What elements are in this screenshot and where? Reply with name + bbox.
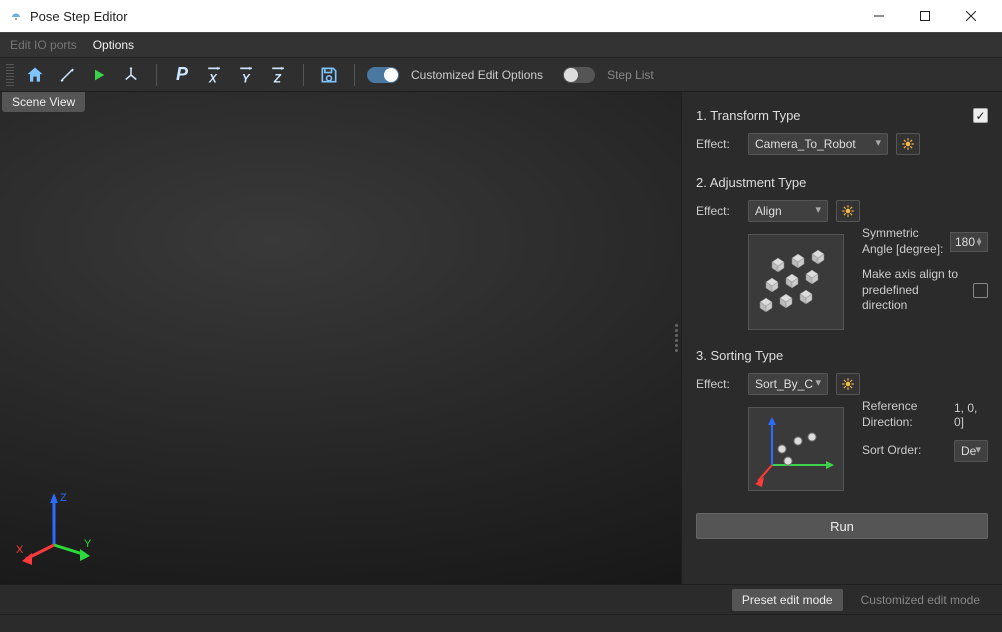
axis-x-button[interactable]: X [201,62,227,88]
section-transform-title: 1. Transform Type [696,108,973,123]
customized-options-label: Customized Edit Options [411,68,543,82]
sort-order-select[interactable]: De [954,440,988,462]
preset-edit-mode-button[interactable]: Preset edit mode [732,589,843,611]
reference-direction-value: 1, 0, 0] [954,401,988,429]
pose-p-button[interactable]: P [169,62,195,88]
adjustment-effect-select[interactable]: Align [748,200,828,222]
make-axis-align-checkbox[interactable] [973,283,988,298]
section-sorting-title: 3. Sorting Type [696,348,988,363]
axis-toggle-button[interactable] [118,62,144,88]
sorting-effect-select[interactable]: Sort_By_C [748,373,828,395]
adjustment-hint-button[interactable] [836,200,860,222]
svg-text:X: X [16,544,24,556]
window-title: Pose Step Editor [30,9,856,24]
minimize-button[interactable] [856,0,902,32]
menu-options[interactable]: Options [93,38,134,52]
symmetric-angle-label: Symmetric Angle [degree]: [862,226,944,257]
home-view-button[interactable] [22,62,48,88]
transform-hint-button[interactable] [896,133,920,155]
transform-effect-select[interactable]: Camera_To_Robot [748,133,888,155]
customized-edit-mode-button[interactable]: Customized edit mode [851,589,990,611]
svg-text:Y: Y [242,72,251,85]
toolbar-grip[interactable] [6,64,14,86]
sort-order-label: Sort Order: [862,443,948,459]
svg-text:Z: Z [60,492,67,504]
play-button[interactable] [86,62,112,88]
transform-effect-label: Effect: [696,137,740,151]
step-list-label: Step List [607,68,654,82]
sorting-hint-button[interactable] [836,373,860,395]
svg-text:Y: Y [84,538,92,550]
scene-viewport[interactable]: Scene View Z Y X [0,92,682,584]
run-button[interactable]: Run [696,513,988,539]
panel-resize-handle[interactable] [675,324,679,352]
axis-z-button[interactable]: Z [265,62,291,88]
step-list-toggle[interactable] [563,67,595,83]
adjustment-effect-label: Effect: [696,204,740,218]
svg-text:X: X [208,72,218,85]
sorting-effect-label: Effect: [696,377,740,391]
measure-button[interactable] [54,62,80,88]
make-axis-align-label: Make axis align to predefined direction [862,267,967,314]
menu-edit-io-ports[interactable]: Edit IO ports [10,38,77,52]
customized-options-toggle[interactable] [367,67,399,83]
maximize-button[interactable] [902,0,948,32]
properties-panel: 1. Transform Type ✓ Effect: Camera_To_Ro… [682,92,1002,584]
adjustment-preview-thumb [748,234,844,330]
save-button[interactable] [316,62,342,88]
app-icon [8,7,24,26]
section-adjustment-title: 2. Adjustment Type [696,175,988,190]
axis-y-button[interactable]: Y [233,62,259,88]
scene-tab[interactable]: Scene View [2,92,85,112]
svg-text:Z: Z [273,72,282,85]
reference-direction-label: Reference Direction: [862,399,948,430]
close-button[interactable] [948,0,994,32]
transform-enabled-checkbox[interactable]: ✓ [973,108,988,123]
axis-gizmo-icon: Z Y X [14,485,94,568]
symmetric-angle-input[interactable]: 180 ▲▼ [950,232,988,252]
sorting-preview-thumb [748,407,844,491]
status-strip [0,614,1002,632]
